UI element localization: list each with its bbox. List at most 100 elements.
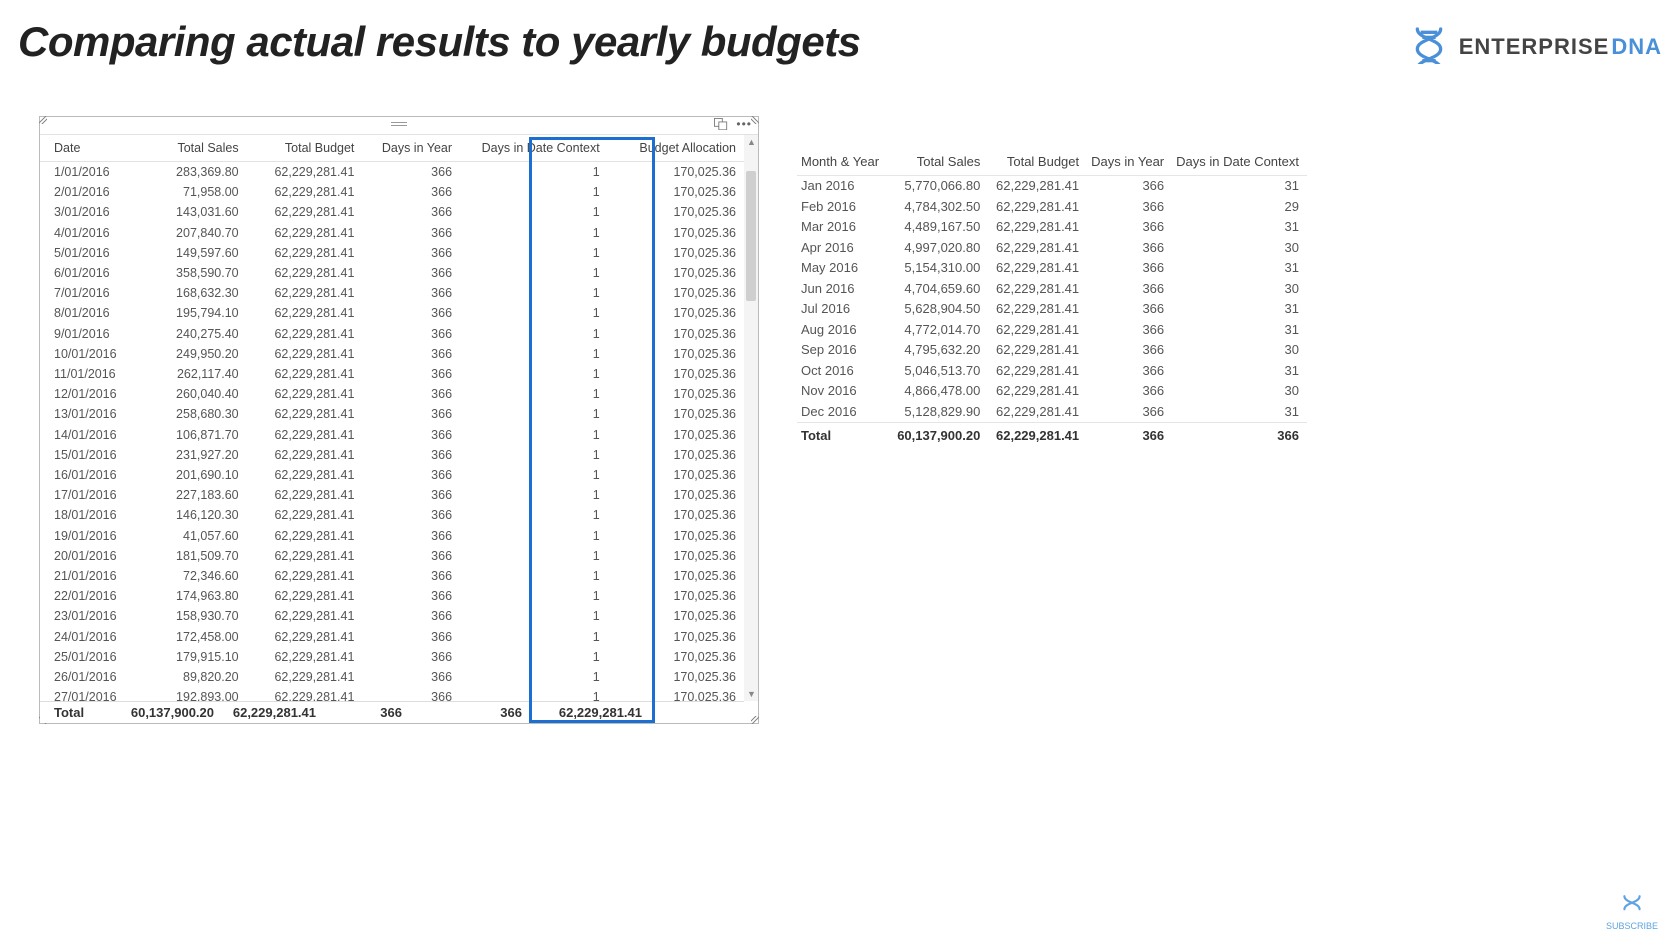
drag-handle-icon[interactable]: [391, 122, 407, 128]
monthly-table-visual[interactable]: Month & YearTotal SalesTotal BudgetDays …: [797, 150, 1307, 447]
resize-handle-icon[interactable]: [751, 716, 759, 724]
cell: 262,117.40: [138, 364, 247, 384]
scrollbar-thumb[interactable]: [746, 171, 756, 301]
table-row[interactable]: Dec 20165,128,829.9062,229,281.4136631: [797, 402, 1307, 423]
table-row[interactable]: Aug 20164,772,014.7062,229,281.4136631: [797, 320, 1307, 341]
cell: 62,229,281.41: [988, 381, 1087, 402]
table-row[interactable]: 10/01/2016249,950.2062,229,281.413661170…: [40, 344, 744, 364]
cell: 1: [460, 667, 608, 687]
table-row[interactable]: Apr 20164,997,020.8062,229,281.4136630: [797, 238, 1307, 259]
table-header-row[interactable]: Month & YearTotal SalesTotal BudgetDays …: [797, 150, 1307, 176]
column-header[interactable]: Budget Allocation: [608, 135, 744, 162]
cell: 2/01/2016: [40, 182, 138, 202]
column-header[interactable]: Date: [40, 135, 138, 162]
cell: 31: [1172, 299, 1307, 320]
cell: 5,128,829.90: [890, 402, 989, 423]
cell: 21/01/2016: [40, 566, 138, 586]
cell: 1: [460, 202, 608, 222]
daily-table-scroll: DateTotal SalesTotal BudgetDays in YearD…: [40, 135, 744, 701]
scroll-up-icon[interactable]: ▲: [747, 137, 756, 147]
cell: 170,025.36: [608, 243, 744, 263]
cell: 6/01/2016: [40, 263, 138, 283]
focus-mode-icon[interactable]: [714, 118, 728, 130]
cell: 62,229,281.41: [988, 279, 1087, 300]
table-row[interactable]: 16/01/2016201,690.1062,229,281.413661170…: [40, 465, 744, 485]
table-row[interactable]: Jun 20164,704,659.6062,229,281.4136630: [797, 279, 1307, 300]
table-row[interactable]: May 20165,154,310.0062,229,281.4136631: [797, 258, 1307, 279]
cell: 170,025.36: [608, 505, 744, 525]
table-row[interactable]: 18/01/2016146,120.3062,229,281.413661170…: [40, 505, 744, 525]
table-row[interactable]: 2/01/201671,958.0062,229,281.413661170,0…: [40, 182, 744, 202]
column-header[interactable]: Days in Date Context: [460, 135, 608, 162]
cell: 170,025.36: [608, 606, 744, 626]
cell: 170,025.36: [608, 202, 744, 222]
total-cell: 62,229,281.41: [222, 705, 324, 720]
column-header[interactable]: Days in Year: [362, 135, 460, 162]
cell: 366: [362, 586, 460, 606]
table-row[interactable]: 23/01/2016158,930.7062,229,281.413661170…: [40, 606, 744, 626]
table-row[interactable]: 12/01/2016260,040.4062,229,281.413661170…: [40, 384, 744, 404]
table-row[interactable]: 24/01/2016172,458.0062,229,281.413661170…: [40, 627, 744, 647]
table-row[interactable]: Feb 20164,784,302.5062,229,281.4136629: [797, 197, 1307, 218]
table-row[interactable]: 26/01/201689,820.2062,229,281.413661170,…: [40, 667, 744, 687]
cell: 366: [1087, 381, 1172, 402]
cell: 366: [1087, 361, 1172, 382]
table-row[interactable]: 3/01/2016143,031.6062,229,281.413661170,…: [40, 202, 744, 222]
table-row[interactable]: Sep 20164,795,632.2062,229,281.4136630: [797, 340, 1307, 361]
column-header[interactable]: Days in Date Context: [1172, 150, 1307, 176]
table-row[interactable]: 17/01/2016227,183.6062,229,281.413661170…: [40, 485, 744, 505]
more-options-icon[interactable]: •••: [736, 118, 752, 130]
cell: 62,229,281.41: [247, 627, 363, 647]
cell: 1: [460, 263, 608, 283]
cell: 30: [1172, 238, 1307, 259]
table-row[interactable]: 20/01/2016181,509.7062,229,281.413661170…: [40, 546, 744, 566]
cell: 62,229,281.41: [247, 283, 363, 303]
column-header[interactable]: Month & Year: [797, 150, 890, 176]
table-row[interactable]: 11/01/2016262,117.4062,229,281.413661170…: [40, 364, 744, 384]
table-row[interactable]: 22/01/2016174,963.8062,229,281.413661170…: [40, 586, 744, 606]
column-header[interactable]: Total Budget: [247, 135, 363, 162]
vertical-scrollbar[interactable]: ▲ ▼: [744, 135, 758, 701]
cell: 4/01/2016: [40, 223, 138, 243]
table-header-row[interactable]: DateTotal SalesTotal BudgetDays in YearD…: [40, 135, 744, 162]
table-row[interactable]: 14/01/2016106,871.7062,229,281.413661170…: [40, 425, 744, 445]
table-row[interactable]: 5/01/2016149,597.6062,229,281.413661170,…: [40, 243, 744, 263]
cell: 1: [460, 303, 608, 323]
table-row[interactable]: 21/01/201672,346.6062,229,281.413661170,…: [40, 566, 744, 586]
table-row[interactable]: 8/01/2016195,794.1062,229,281.413661170,…: [40, 303, 744, 323]
table-row[interactable]: Nov 20164,866,478.0062,229,281.4136630: [797, 381, 1307, 402]
cell: 62,229,281.41: [247, 303, 363, 323]
column-header[interactable]: Total Sales: [890, 150, 989, 176]
column-header[interactable]: Total Sales: [138, 135, 247, 162]
column-header[interactable]: Total Budget: [988, 150, 1087, 176]
table-row[interactable]: 25/01/2016179,915.1062,229,281.413661170…: [40, 647, 744, 667]
table-row[interactable]: 6/01/2016358,590.7062,229,281.413661170,…: [40, 263, 744, 283]
table-row[interactable]: 9/01/2016240,275.4062,229,281.413661170,…: [40, 324, 744, 344]
table-row[interactable]: 15/01/2016231,927.2062,229,281.413661170…: [40, 445, 744, 465]
table-row[interactable]: 7/01/2016168,632.3062,229,281.413661170,…: [40, 283, 744, 303]
cell: 62,229,281.41: [247, 263, 363, 283]
table-row[interactable]: Jul 20165,628,904.5062,229,281.4136631: [797, 299, 1307, 320]
cell: 170,025.36: [608, 485, 744, 505]
cell: 30: [1172, 340, 1307, 361]
table-row[interactable]: Mar 20164,489,167.5062,229,281.4136631: [797, 217, 1307, 238]
table-row[interactable]: 1/01/2016283,369.8062,229,281.413661170,…: [40, 162, 744, 183]
cell: 170,025.36: [608, 586, 744, 606]
table-row[interactable]: 27/01/2016192,893.0062,229,281.413661170…: [40, 687, 744, 701]
table-row[interactable]: 4/01/2016207,840.7062,229,281.413661170,…: [40, 223, 744, 243]
table-row[interactable]: Oct 20165,046,513.7062,229,281.4136631: [797, 361, 1307, 382]
cell: 31: [1172, 361, 1307, 382]
cell: 181,509.70: [138, 546, 247, 566]
cell: 170,025.36: [608, 687, 744, 701]
table-row[interactable]: 13/01/2016258,680.3062,229,281.413661170…: [40, 404, 744, 424]
cell: 366: [362, 627, 460, 647]
table-row[interactable]: Jan 20165,770,066.8062,229,281.4136631: [797, 176, 1307, 197]
table-row[interactable]: 19/01/201641,057.6062,229,281.413661170,…: [40, 526, 744, 546]
cell: Jul 2016: [797, 299, 890, 320]
cell: Jun 2016: [797, 279, 890, 300]
daily-table-visual[interactable]: ••• DateTotal SalesTotal BudgetDays in Y…: [39, 116, 759, 724]
subscribe-badge[interactable]: SUBSCRIBE: [1606, 893, 1658, 931]
column-header[interactable]: Days in Year: [1087, 150, 1172, 176]
cell: 170,025.36: [608, 425, 744, 445]
scroll-down-icon[interactable]: ▼: [747, 689, 756, 699]
